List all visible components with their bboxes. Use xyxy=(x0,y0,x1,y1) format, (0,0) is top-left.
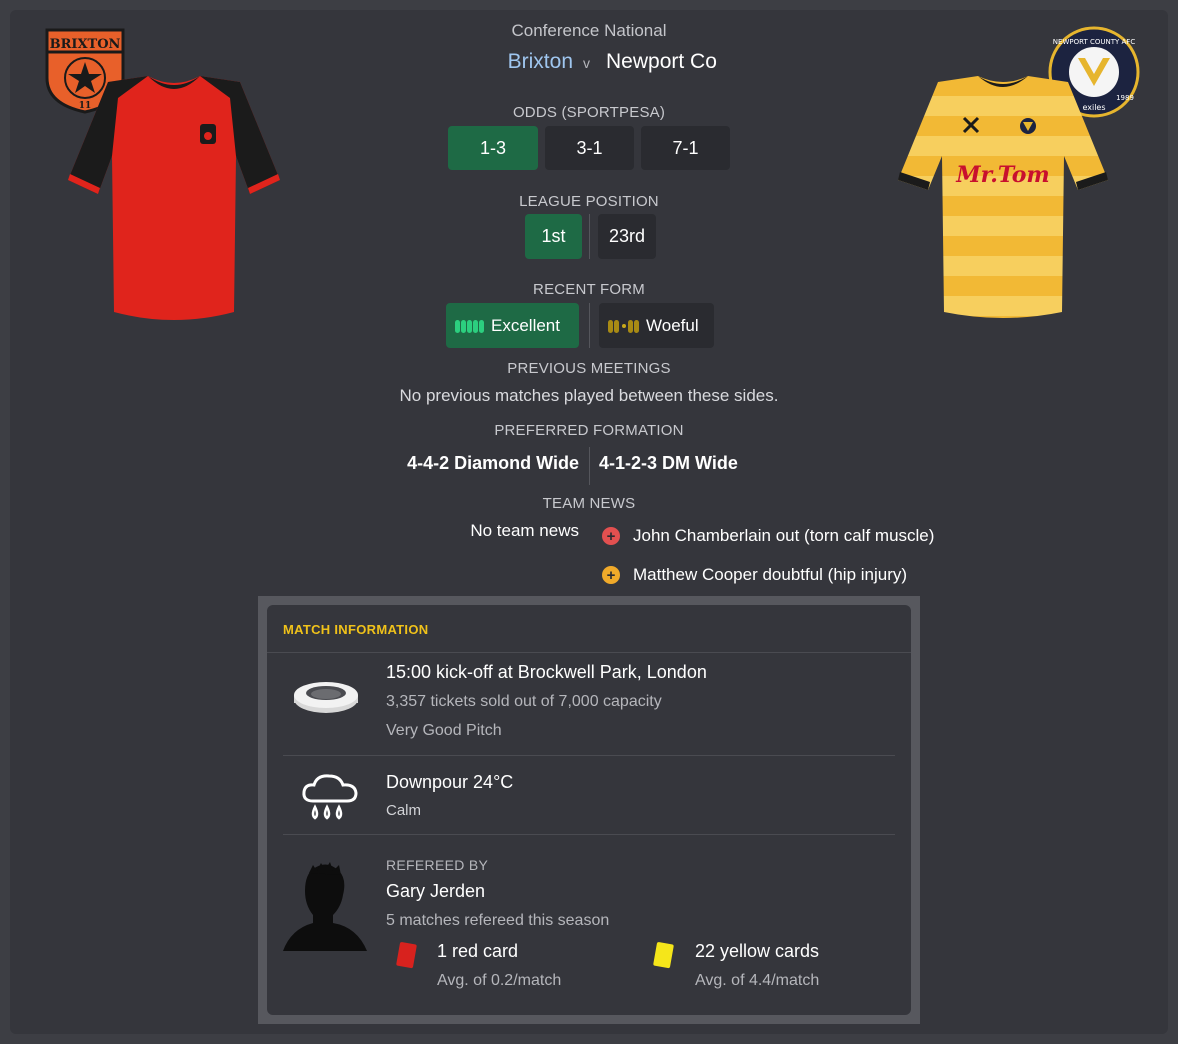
home-team-news: No team news xyxy=(470,521,579,540)
match-information-frame: MATCH INFORMATION 15:00 kick-off at Broc… xyxy=(258,596,920,1024)
row-separator xyxy=(283,755,895,756)
home-formation: 4-4-2 Diamond Wide xyxy=(407,453,579,473)
home-form-pips-icon xyxy=(455,315,485,336)
away-form-box[interactable]: Woeful xyxy=(599,303,714,348)
odds-label: ODDS (SPORTPESA) xyxy=(512,104,666,121)
venue-pitch-text: Very Good Pitch xyxy=(386,722,502,739)
venue-tickets-text: 3,357 tickets sold out of 7,000 capacity xyxy=(386,693,662,710)
weather-wind-text: Calm xyxy=(386,802,422,819)
injury-doubtful-icon: + xyxy=(602,566,620,584)
odds-home-box[interactable]: 1-3 xyxy=(448,126,538,170)
away-form-text: Woeful xyxy=(646,315,699,335)
home-form-box[interactable]: Excellent xyxy=(446,303,579,348)
away-news-item-1[interactable]: John Chamberlain out (torn calf muscle) xyxy=(633,526,934,546)
match-information-header: MATCH INFORMATION xyxy=(267,605,911,653)
team-news-label: TEAM NEWS xyxy=(542,495,636,512)
preferred-formation-label: PREFERRED FORMATION xyxy=(494,422,684,439)
venue-kickoff-text[interactable]: 15:00 kick-off at Brockwell Park, London xyxy=(386,662,707,683)
odds-draw-box[interactable]: 3-1 xyxy=(545,126,634,170)
away-formation: 4-1-2-3 DM Wide xyxy=(599,453,738,473)
versus-label: v xyxy=(583,55,590,71)
referee-label: REFEREED BY xyxy=(386,857,489,873)
away-league-position: 23rd xyxy=(598,214,656,259)
home-league-position: 1st xyxy=(525,214,582,259)
form-divider xyxy=(589,303,590,348)
away-form-pips-icon xyxy=(608,315,640,336)
red-cards-average: Avg. of 0.2/match xyxy=(437,972,562,989)
rain-cloud-icon xyxy=(301,773,359,823)
match-information-card: MATCH INFORMATION 15:00 kick-off at Broc… xyxy=(267,605,911,1015)
away-news-item-2[interactable]: Matthew Cooper doubtful (hip injury) xyxy=(633,565,907,585)
svg-text:1989: 1989 xyxy=(1116,94,1134,102)
home-team-link[interactable]: Brixton xyxy=(508,50,573,74)
weather-main-text: Downpour 24°C xyxy=(386,772,514,792)
referee-matches-text: 5 matches refereed this season xyxy=(386,912,610,929)
yellow-cards-average: Avg. of 4.4/match xyxy=(695,972,820,989)
odds-away-box[interactable]: 7-1 xyxy=(641,126,730,170)
previous-meetings-text: No previous matches played between these… xyxy=(399,386,779,405)
away-team-link[interactable]: Newport Co xyxy=(606,50,717,74)
referee-silhouette-icon xyxy=(283,861,367,951)
red-card-icon xyxy=(395,941,417,969)
row-separator xyxy=(283,834,895,835)
stadium-icon xyxy=(293,677,359,717)
competition-name: Conference National xyxy=(511,21,667,40)
svg-text:Mr.Tom: Mr.Tom xyxy=(955,162,1049,188)
fixture-teams: Brixton v Newport Co xyxy=(0,50,1178,80)
home-form-text: Excellent xyxy=(491,315,560,335)
recent-form-label: RECENT FORM xyxy=(533,281,645,298)
league-position-divider xyxy=(589,214,590,259)
formation-divider xyxy=(589,447,590,485)
referee-name-link[interactable]: Gary Jerden xyxy=(386,881,485,902)
previous-meetings-label: PREVIOUS MEETINGS xyxy=(507,360,671,377)
red-cards-text: 1 red card xyxy=(437,941,519,961)
yellow-cards-text: 22 yellow cards xyxy=(695,941,820,961)
injury-out-icon: + xyxy=(602,527,620,545)
match-information-title: MATCH INFORMATION xyxy=(283,622,429,637)
yellow-card-icon xyxy=(651,941,675,969)
league-position-label: LEAGUE POSITION xyxy=(519,193,659,210)
